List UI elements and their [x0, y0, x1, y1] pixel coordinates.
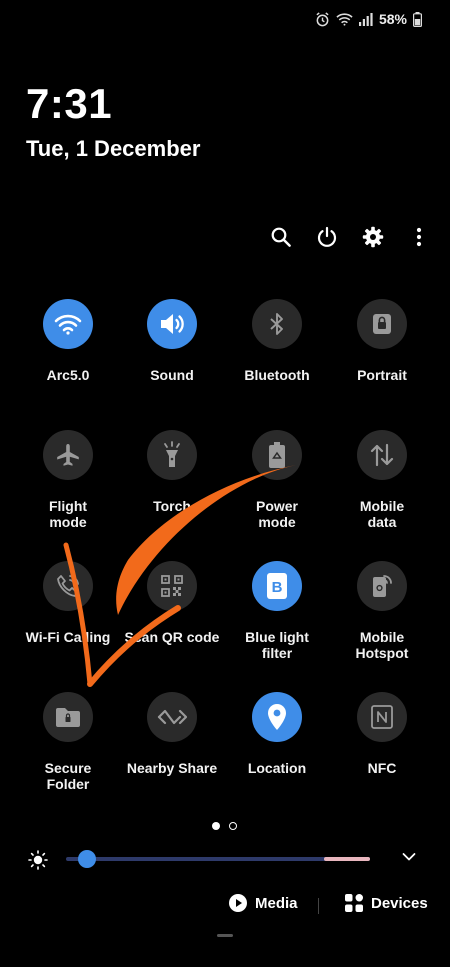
signal-icon	[358, 12, 373, 26]
torch-icon	[147, 430, 197, 480]
tile-bluetooth[interactable]: Bluetooth	[225, 299, 329, 383]
tile-label: Mobile data	[359, 498, 405, 530]
page-dot-active[interactable]	[212, 822, 220, 830]
tile-label: Mobile Hotspot	[355, 629, 409, 661]
search-icon[interactable]	[270, 224, 292, 250]
more-icon[interactable]	[408, 224, 430, 250]
tile-label: Sound	[150, 367, 194, 383]
svg-text:B: B	[272, 579, 283, 596]
tile-label: Scan QR code	[124, 629, 220, 645]
tile-label: Power mode	[255, 498, 298, 530]
wifi-call-icon	[43, 561, 93, 611]
tile-label: Wi-Fi Calling	[25, 629, 111, 645]
wifi-icon	[43, 299, 93, 349]
rotation-lock-icon	[357, 299, 407, 349]
alarm-icon	[316, 11, 329, 26]
status-bar: 58%	[315, 8, 422, 30]
bluetooth-icon	[252, 299, 302, 349]
play-icon	[229, 894, 247, 912]
tile-torch[interactable]: Torch	[120, 430, 224, 514]
page-dot[interactable]	[229, 822, 237, 830]
divider	[318, 898, 319, 914]
tile-wifi[interactable]: Arc5.0	[16, 299, 120, 383]
tile-label: Torch	[153, 498, 191, 514]
tile-label: Flight mode	[48, 498, 88, 530]
devices-label: Devices	[371, 894, 428, 912]
airplane-icon	[43, 430, 93, 480]
tile-label: Bluetooth	[244, 367, 310, 383]
wifi-icon	[336, 13, 353, 26]
hotspot-icon	[357, 561, 407, 611]
brightness-icon	[28, 850, 48, 870]
tile-label: Secure Folder	[44, 760, 92, 792]
tile-label: Location	[247, 760, 307, 776]
secure-folder-icon	[43, 692, 93, 742]
tile-mobile-data[interactable]: Mobile data	[330, 430, 434, 530]
tile-label: Portrait	[357, 367, 407, 383]
tile-mobile-hotspot[interactable]: Mobile Hotspot	[330, 561, 434, 661]
panel-actions	[270, 224, 430, 250]
chevron-down-icon[interactable]	[402, 852, 416, 862]
data-arrows-icon	[357, 430, 407, 480]
tile-label: Nearby Share	[126, 760, 218, 776]
panel-handle[interactable]	[217, 934, 233, 937]
location-pin-icon	[252, 692, 302, 742]
battery-percent: 58%	[378, 11, 407, 27]
tile-wifi-calling[interactable]: Wi-Fi Calling	[16, 561, 120, 645]
brightness-track-end	[324, 857, 370, 861]
nearby-share-icon	[147, 692, 197, 742]
brightness-slider[interactable]	[66, 857, 370, 861]
tile-power-mode[interactable]: Power mode	[225, 430, 329, 530]
gear-icon[interactable]	[362, 224, 384, 250]
clock-date: Tue, 1 December	[26, 136, 201, 161]
blue-light-icon: B	[252, 561, 302, 611]
tile-scan-qr[interactable]: Scan QR code	[120, 561, 224, 645]
devices-grid-icon	[345, 894, 363, 912]
devices-button[interactable]: Devices	[345, 894, 428, 912]
clock-time: 7:31	[26, 80, 113, 127]
power-icon[interactable]	[316, 224, 338, 250]
tile-label: Blue light filter	[245, 629, 309, 661]
speaker-icon	[147, 299, 197, 349]
tile-label: NFC	[367, 760, 397, 776]
tile-nearby-share[interactable]: Nearby Share	[120, 692, 224, 776]
tile-location[interactable]: Location	[225, 692, 329, 776]
tile-nfc[interactable]: NFC	[330, 692, 434, 776]
tile-flight-mode[interactable]: Flight mode	[16, 430, 120, 530]
battery-icon	[413, 11, 422, 27]
media-button[interactable]: Media	[229, 894, 298, 912]
tile-portrait[interactable]: Portrait	[330, 299, 434, 383]
qr-code-icon	[147, 561, 197, 611]
tile-secure-folder[interactable]: Secure Folder	[16, 692, 120, 792]
media-label: Media	[255, 894, 298, 912]
brightness-slider-handle[interactable]	[78, 850, 97, 868]
tile-blue-light-filter[interactable]: B Blue light filter	[225, 561, 329, 661]
page-indicator[interactable]	[212, 822, 237, 830]
tile-label: Arc5.0	[46, 367, 90, 383]
battery-recycle-icon	[252, 430, 302, 480]
nfc-icon	[357, 692, 407, 742]
tile-sound[interactable]: Sound	[120, 299, 224, 383]
